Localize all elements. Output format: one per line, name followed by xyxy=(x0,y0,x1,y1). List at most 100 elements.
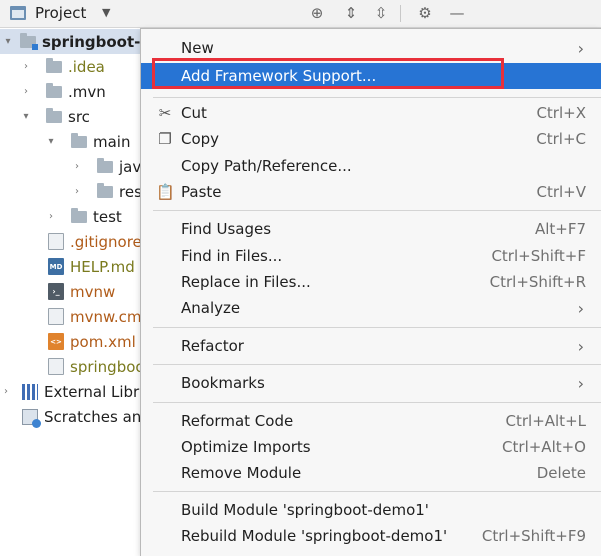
chevron-right-icon[interactable]: › xyxy=(20,61,32,72)
folder-icon xyxy=(46,107,62,123)
chevron-right-icon[interactable]: › xyxy=(20,86,32,97)
menu-item-optimize-imports[interactable]: Optimize Imports Ctrl+Alt+O xyxy=(141,434,601,460)
tree-item-label: pom.xml xyxy=(70,332,136,351)
menu-item-label: Bookmarks xyxy=(181,374,265,392)
tree-item-java[interactable]: › jav xyxy=(0,154,141,179)
menu-item-shortcut: Ctrl+C xyxy=(536,130,586,148)
menu-item-reformat-code[interactable]: Reformat Code Ctrl+Alt+L xyxy=(141,408,601,434)
tree-item-iml[interactable]: springboo xyxy=(0,354,145,379)
tree-item-test[interactable]: › test xyxy=(0,204,122,229)
tree-item-mvnw-cmd[interactable]: mvnw.cmd xyxy=(0,304,151,329)
clipboard-icon: 📋 xyxy=(156,183,175,201)
chevron-down-icon[interactable]: ▾ xyxy=(2,36,14,47)
chevron-down-icon[interactable]: ▾ xyxy=(20,111,32,122)
tree-item-label: External Libra xyxy=(44,382,149,401)
tree-item-help-md[interactable]: MD HELP.md xyxy=(0,254,135,279)
menu-item-shortcut: Ctrl+Shift+F9 xyxy=(481,527,586,545)
collapse-all-icon[interactable]: ⇳ xyxy=(370,2,392,24)
chevron-right-icon[interactable]: › xyxy=(45,211,57,222)
minimize-icon[interactable]: — xyxy=(446,2,468,24)
tree-item-label: .gitignore xyxy=(70,232,142,251)
tree-item-label: jav xyxy=(119,157,142,176)
folder-icon xyxy=(46,57,62,73)
menu-item-label: Cut xyxy=(181,104,207,122)
tree-item-mvnw[interactable]: ›_ mvnw xyxy=(0,279,115,304)
menu-item-bookmarks[interactable]: Bookmarks › xyxy=(141,370,601,396)
expand-all-icon[interactable]: ⇕ xyxy=(340,2,362,24)
chevron-right-icon[interactable]: › xyxy=(0,386,12,397)
menu-item-copy-path[interactable]: Copy Path/Reference... xyxy=(141,153,601,179)
menu-item-label: Analyze xyxy=(181,299,241,317)
menu-item-cut[interactable]: ✂ Cut Ctrl+X xyxy=(141,100,601,126)
tree-item-label: Scratches and xyxy=(44,407,151,426)
menu-item-label: Copy Path/Reference... xyxy=(181,157,352,175)
tree-item-scratches[interactable]: Scratches and xyxy=(0,404,151,429)
chevron-right-icon[interactable]: › xyxy=(71,161,83,172)
folder-icon xyxy=(97,182,113,198)
menu-item-rebuild-module[interactable]: Rebuild Module 'springboot-demo1' Ctrl+S… xyxy=(141,523,601,549)
menu-separator xyxy=(153,491,601,492)
tree-item-label: springboo xyxy=(70,357,145,376)
target-icon[interactable]: ⊕ xyxy=(306,2,328,24)
menu-separator xyxy=(153,364,601,365)
menu-item-build-module[interactable]: Build Module 'springboot-demo1' xyxy=(141,497,601,523)
menu-item-paste[interactable]: 📋 Paste Ctrl+V xyxy=(141,179,601,205)
menu-separator xyxy=(153,97,601,98)
menu-item-copy[interactable]: ❐ Copy Ctrl+C xyxy=(141,126,601,152)
menu-item-label: Remove Module xyxy=(181,464,302,482)
menu-item-shortcut: Ctrl+Alt+O xyxy=(502,438,586,456)
chevron-down-icon[interactable]: ▼ xyxy=(102,6,110,19)
chevron-right-icon: › xyxy=(577,298,584,318)
menu-item-shortcut: Ctrl+X xyxy=(536,104,586,122)
menu-item-label: Find Usages xyxy=(181,220,272,238)
menu-item-find-in-files[interactable]: Find in Files... Ctrl+Shift+F xyxy=(141,243,601,269)
menu-item-shortcut: Ctrl+Shift+R xyxy=(489,273,586,291)
chevron-right-icon[interactable]: › xyxy=(71,186,83,197)
text-file-icon xyxy=(48,308,64,325)
folder-icon xyxy=(97,157,113,173)
tree-item-main[interactable]: ▾ main xyxy=(0,129,130,154)
tree-item-mvn[interactable]: › .mvn xyxy=(0,79,106,104)
menu-item-refactor[interactable]: Refactor › xyxy=(141,333,601,359)
menu-item-label: Replace in Files... xyxy=(181,273,311,291)
menu-item-label: Reformat Code xyxy=(181,412,294,430)
menu-item-label: Refactor xyxy=(181,337,244,355)
menu-item-remove-module[interactable]: Remove Module Delete xyxy=(141,460,601,486)
chevron-down-icon[interactable]: ▾ xyxy=(45,136,57,147)
tree-item-gitignore[interactable]: .gitignore xyxy=(0,229,142,254)
copy-icon: ❐ xyxy=(158,130,172,148)
tree-item-src[interactable]: ▾ src xyxy=(0,104,90,129)
menu-item-shortcut: Ctrl+Alt+L xyxy=(505,412,587,430)
tree-item-module[interactable]: ▾ springboot-d xyxy=(0,29,160,54)
tree-item-external-libraries[interactable]: › External Libra xyxy=(0,379,148,404)
scratches-icon xyxy=(22,408,41,428)
menu-item-label: Find in Files... xyxy=(181,247,283,265)
tree-item-pom-xml[interactable]: <> pom.xml xyxy=(0,329,136,354)
menu-item-shortcut: Ctrl+Shift+F xyxy=(491,247,586,265)
annotation-highlight-box xyxy=(152,58,504,89)
markdown-file-icon: MD xyxy=(48,258,64,275)
tree-item-label: HELP.md xyxy=(70,257,135,276)
tree-item-label: test xyxy=(93,207,122,226)
menu-item-analyze[interactable]: Analyze › xyxy=(141,295,601,321)
menu-item-shortcut: Alt+F7 xyxy=(534,220,586,238)
folder-icon xyxy=(46,82,62,98)
toolwindow-title[interactable]: Project xyxy=(35,4,86,22)
file-icon xyxy=(48,233,64,250)
menu-item-label: Rebuild Module 'springboot-demo1' xyxy=(181,527,448,545)
gear-icon[interactable]: ⚙ xyxy=(414,2,436,24)
menu-item-replace-in-files[interactable]: Replace in Files... Ctrl+Shift+R xyxy=(141,269,601,295)
tree-item-resources[interactable]: › res xyxy=(0,179,142,204)
menu-separator xyxy=(153,327,601,328)
menu-separator xyxy=(153,402,601,403)
tree-item-idea[interactable]: › .idea xyxy=(0,54,105,79)
menu-item-find-usages[interactable]: Find Usages Alt+F7 xyxy=(141,216,601,242)
menu-item-label: New xyxy=(181,39,214,57)
chevron-right-icon: › xyxy=(577,373,584,393)
menu-item-label: Paste xyxy=(181,183,222,201)
tree-item-label: .mvn xyxy=(68,82,106,101)
menu-item-label: Build Module 'springboot-demo1' xyxy=(181,501,429,519)
project-icon xyxy=(10,6,26,20)
context-menu: New › Add Framework Support... ✂ Cut Ctr… xyxy=(140,28,601,556)
library-icon xyxy=(22,383,38,400)
